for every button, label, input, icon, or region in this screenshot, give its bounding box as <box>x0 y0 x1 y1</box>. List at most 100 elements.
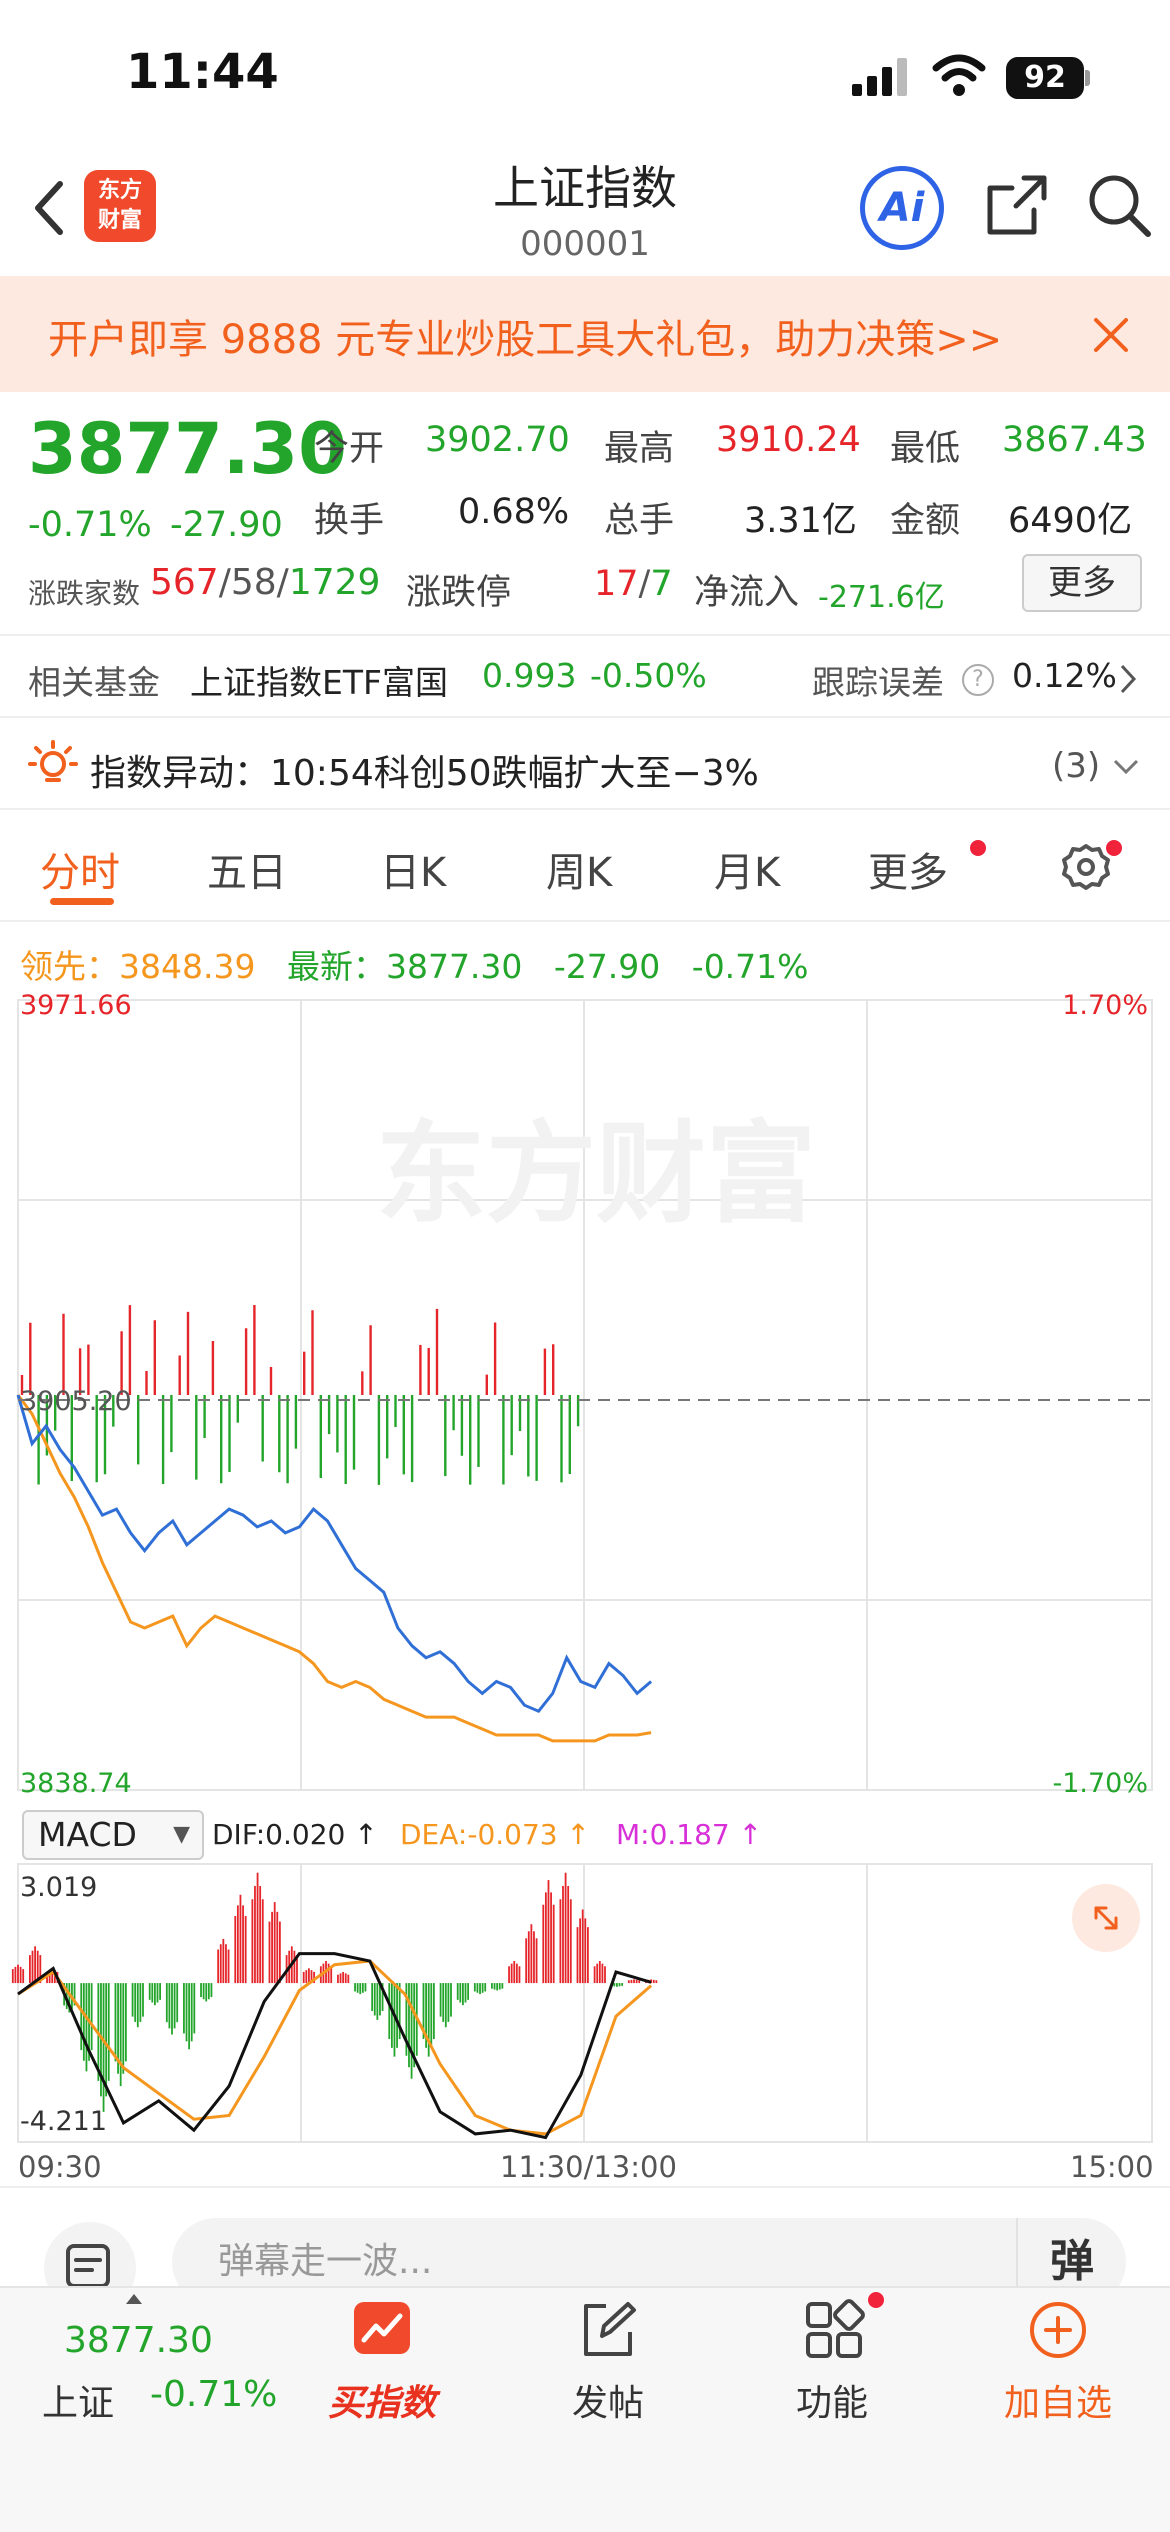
intraday-chart[interactable]: 东方财富 3971.66 1.70% 3905.20 3838.74 -1.70… <box>0 990 1170 1810</box>
turnover-value: 0.68% <box>458 492 570 532</box>
macd-bars <box>11 1872 658 2112</box>
pct-min-label: -1.70% <box>1052 1768 1148 1799</box>
ai-button[interactable]: Ai <box>860 166 944 250</box>
limit-values: 17/7 <box>594 564 673 604</box>
m-value: M:0.187 ↑ <box>616 1818 763 1851</box>
time-start: 09:30 <box>18 2150 102 2184</box>
change-percent: -0.71% <box>28 505 152 545</box>
high-value: 3910.24 <box>716 420 861 460</box>
chart-legend: 领先：3848.39 最新：3877.30 -27.90 -0.71% <box>20 940 809 988</box>
divider <box>0 634 1170 636</box>
post-icon[interactable] <box>576 2298 640 2362</box>
open-value: 3902.70 <box>425 420 570 460</box>
quote-more-button[interactable]: 更多 <box>1022 554 1142 612</box>
nav-index-pct[interactable]: -0.71% <box>150 2374 277 2415</box>
notification-dot <box>868 2292 884 2308</box>
change-amount: -27.90 <box>170 505 283 545</box>
tracking-label: 跟踪误差 <box>812 663 944 702</box>
tracking-value: 0.12% <box>1012 656 1117 695</box>
macd-min-label: -4.211 <box>20 2106 107 2137</box>
watermark-text: 东方财富 <box>376 1113 816 1236</box>
lead-label: 领先： <box>20 947 119 986</box>
close-icon[interactable] <box>1092 316 1130 354</box>
time-mid: 11:30/13:00 <box>500 2150 677 2184</box>
low-value: 3867.43 <box>1002 420 1147 460</box>
divider <box>0 920 1170 922</box>
amount-label: 金额 <box>890 501 961 541</box>
notification-dot <box>1106 840 1122 856</box>
tab-monthly-k[interactable]: 月K <box>714 840 780 898</box>
price-line <box>16 1394 653 1714</box>
search-icon[interactable] <box>1086 172 1154 240</box>
tab-five-day[interactable]: 五日 <box>207 840 287 898</box>
tab-underline <box>50 898 114 905</box>
caret-up-icon <box>126 2294 142 2304</box>
dif-line <box>17 1952 652 2140</box>
dea-value: DEA:-0.073 ↑ <box>400 1818 590 1851</box>
inflow-label: 净流入 <box>694 573 800 613</box>
tab-more[interactable]: 更多 <box>868 840 948 898</box>
flat-count: 58 <box>230 562 277 603</box>
nav-add-watchlist[interactable]: 加自选 <box>968 2374 1148 2426</box>
current-price: 3877.30 <box>28 408 347 490</box>
high-label: 最高 <box>604 429 675 469</box>
functions-icon[interactable] <box>802 2298 866 2362</box>
tab-daily-k[interactable]: 日K <box>380 840 446 898</box>
latest-label: 最新： <box>286 947 386 986</box>
promo-banner-text[interactable]: 开户即享 9888 元专业炒股工具大礼包，助力决策>> <box>48 307 1002 365</box>
indicator-select-value: MACD <box>38 1815 137 1854</box>
inflow-value: -271.6亿 <box>818 580 945 615</box>
bulb-icon <box>28 740 78 782</box>
amount-value: 6490亿 <box>1008 501 1133 541</box>
help-icon[interactable]: ? <box>962 664 994 696</box>
divider <box>0 2186 1170 2188</box>
nav-index-price[interactable]: 3877.30 <box>64 2320 213 2361</box>
limit-up: 17 <box>594 564 639 604</box>
signal-icon <box>852 58 907 96</box>
battery-icon: 92 <box>1006 57 1084 99</box>
fund-change: -0.50% <box>590 656 707 695</box>
nav-post[interactable]: 发帖 <box>518 2374 698 2426</box>
low-label: 最低 <box>890 429 961 469</box>
share-icon[interactable] <box>984 172 1050 238</box>
pct-max-label: 1.70% <box>1062 990 1148 1021</box>
fund-name[interactable]: 上证指数ETF富国 <box>190 656 448 704</box>
volume-value: 3.31亿 <box>744 501 857 541</box>
index-alert-text[interactable]: 指数异动：10:54科创50跌幅扩大至−3% <box>90 744 759 796</box>
lead-value: 3848.39 <box>119 947 256 986</box>
price-max-label: 3971.66 <box>20 990 132 1021</box>
wifi-icon <box>932 54 986 96</box>
alert-count[interactable]: (3) <box>1052 746 1100 786</box>
divider <box>0 808 1170 810</box>
battery-tip <box>1085 70 1090 86</box>
limit-label: 涨跌停 <box>406 573 512 613</box>
time-end: 15:00 <box>1070 2150 1154 2184</box>
nav-buy-index[interactable]: 买指数 <box>292 2374 472 2426</box>
macd-chart[interactable]: 3.019 -4.211 <box>0 1862 1170 2146</box>
down-count: 1729 <box>288 562 381 603</box>
status-time: 11:44 <box>126 44 279 100</box>
chevron-down-icon[interactable] <box>1112 758 1140 776</box>
price-min-label: 3838.74 <box>20 1768 132 1799</box>
notification-dot <box>970 840 986 856</box>
tab-intraday[interactable]: 分时 <box>40 840 120 898</box>
limit-down: 7 <box>650 564 673 604</box>
dif-value: DIF:0.020 ↑ <box>212 1818 378 1851</box>
latest-value: 3877.30 <box>385 947 523 986</box>
indicator-select[interactable]: MACD ▼ <box>22 1810 204 1860</box>
tab-weekly-k[interactable]: 周K <box>546 840 612 898</box>
macd-max-label: 3.019 <box>20 1872 97 1903</box>
breadth-label: 涨跌家数 <box>28 577 141 610</box>
dea-line <box>17 1959 653 2136</box>
add-watchlist-icon[interactable] <box>1026 2298 1090 2362</box>
volume-label: 总手 <box>604 501 675 541</box>
nav-index-name[interactable]: 上证 <box>42 2374 114 2426</box>
latest-change: -27.90 <box>553 947 661 986</box>
nav-functions[interactable]: 功能 <box>742 2374 922 2426</box>
divider <box>0 716 1170 718</box>
open-label: 今开 <box>314 429 385 469</box>
up-count: 567 <box>150 562 219 603</box>
buy-index-icon[interactable] <box>352 2300 412 2360</box>
chevron-right-icon[interactable] <box>1118 662 1138 696</box>
average-price-line <box>16 1394 652 1743</box>
